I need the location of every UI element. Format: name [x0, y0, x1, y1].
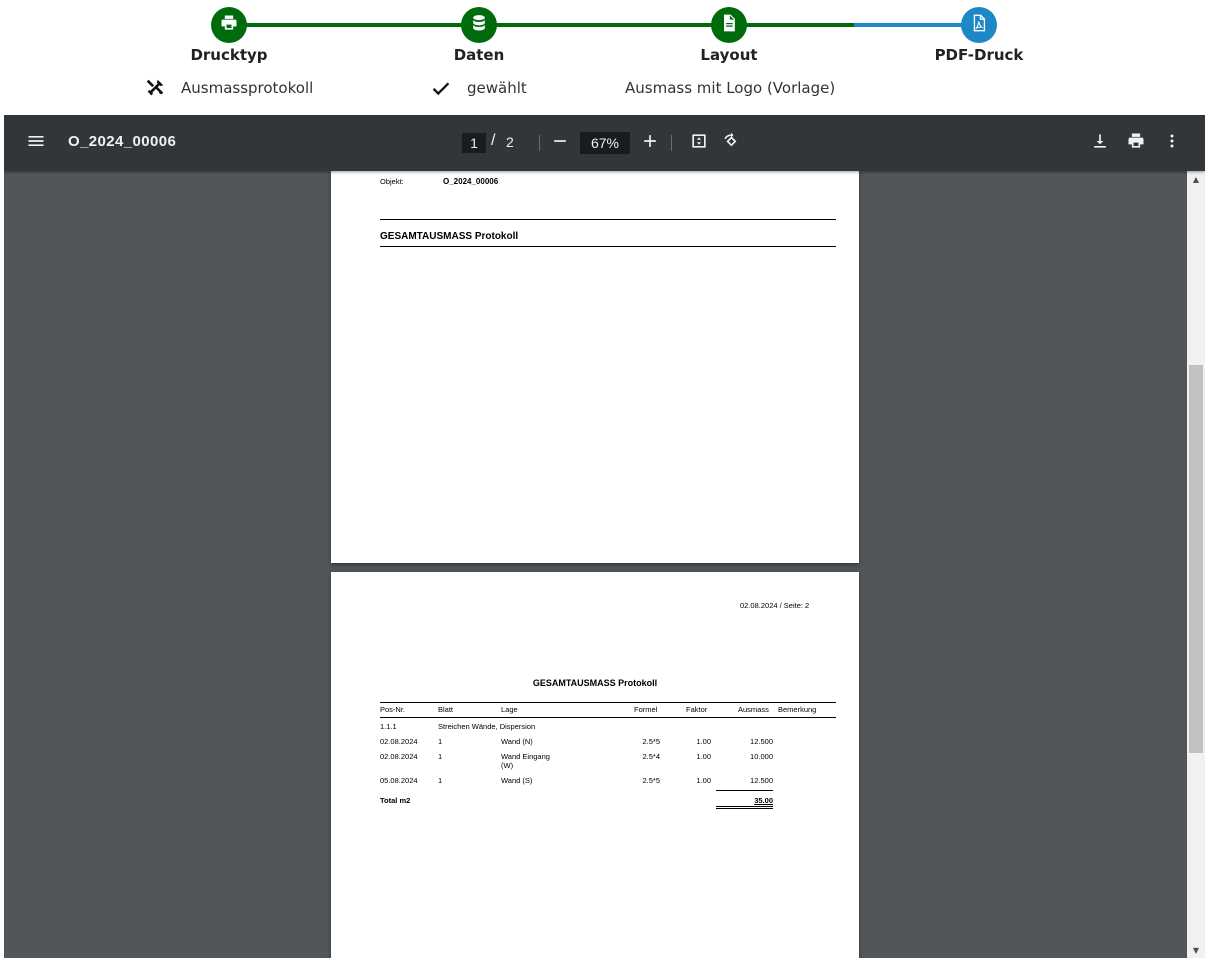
zoom-input[interactable]: [580, 132, 630, 154]
pdf-content[interactable]: Objekt: O_2024_00006 GESAMTAUSMASS Proto…: [4, 171, 1205, 958]
col-blatt: Blatt: [438, 705, 454, 714]
date-page-label: 02.08.2024 / Seite: 2: [740, 601, 810, 610]
cell-formel: 2.5*5: [642, 776, 660, 785]
toolbar-divider: [539, 135, 540, 151]
cell-blatt: 1: [438, 737, 443, 746]
cell-lage: Wand Eingang: [501, 752, 550, 761]
divider-line: [380, 219, 836, 220]
document-title: O_2024_00006: [68, 133, 177, 150]
rotate-button[interactable]: [717, 129, 745, 157]
print-button[interactable]: [1122, 129, 1150, 157]
cell-pos: 05.08.2024: [380, 776, 418, 785]
total-value: 35.00: [754, 796, 773, 805]
group-pos: 1.1.1: [380, 722, 397, 731]
col-ausmass: Ausmass: [738, 705, 769, 714]
database-icon: [469, 13, 489, 37]
pdf-toolbar: O_2024_00006 / 2: [4, 115, 1205, 171]
scroll-down-arrow[interactable]: ▼: [1187, 942, 1205, 958]
step-sub-label: gewählt: [467, 79, 527, 97]
scroll-thumb[interactable]: [1189, 365, 1203, 753]
step-drucktyp[interactable]: [211, 7, 247, 43]
total-double-line: [716, 808, 773, 809]
group-desc: Streichen Wände, Dispersion: [438, 722, 536, 731]
step-sub-label: Ausmass mit Logo (Vorlage): [625, 79, 836, 97]
more-options-button[interactable]: [1158, 129, 1186, 157]
zoom-out-button[interactable]: [546, 129, 574, 157]
check-icon: [429, 76, 453, 100]
print-icon: [1126, 131, 1146, 155]
pdf-icon: [969, 13, 989, 37]
col-pos: Pos-Nr.: [380, 705, 406, 714]
cell-lage: Wand (N): [501, 737, 533, 746]
table-top-line: [380, 702, 836, 703]
zoom-out-icon: [550, 131, 570, 155]
cell-faktor: 1.00: [696, 737, 711, 746]
cell-blatt: 1: [438, 776, 443, 785]
menu-icon: [26, 131, 46, 155]
more-vert-icon: [1162, 131, 1182, 155]
print-stepper: Drucktyp Ausmassprotokoll Daten gewählt …: [0, 0, 1209, 115]
table-header-line: [380, 717, 836, 718]
page1-heading: GESAMTAUSMASS Protokoll: [380, 231, 519, 242]
download-icon: [1090, 131, 1110, 155]
cell-faktor: 1.00: [696, 776, 711, 785]
step-connector-1: [229, 23, 479, 27]
page-number-input[interactable]: [462, 133, 486, 153]
cell-faktor: 1.00: [696, 752, 711, 761]
step-sub-layout: Ausmass mit Logo (Vorlage): [625, 78, 835, 98]
zoom-in-button[interactable]: [636, 129, 664, 157]
total-double-line: [716, 806, 773, 807]
zoom-in-icon: [640, 131, 660, 155]
step-title-layout: Layout: [700, 46, 758, 64]
cell-ausmass: 12.500: [750, 737, 773, 746]
cell-ausmass: 10.000: [750, 752, 773, 761]
cell-blatt: 1: [438, 752, 443, 761]
step-sub-label: Ausmassprotokoll: [181, 79, 314, 97]
step-title-pdf-druck: PDF-Druck: [934, 46, 1024, 64]
col-faktor: Faktor: [686, 705, 708, 714]
step-connector-3-done: [729, 23, 854, 27]
pdf-page-1: Objekt: O_2024_00006 GESAMTAUSMASS Proto…: [331, 171, 859, 563]
page-separator: /: [491, 132, 496, 149]
col-bemerkung: Bemerkung: [778, 705, 817, 714]
step-pdf-druck[interactable]: [961, 7, 997, 43]
pdf-page-2: 02.08.2024 / Seite: 2 GESAMTAUSMASS Prot…: [331, 572, 859, 958]
vertical-scrollbar[interactable]: ▲ ▼: [1187, 171, 1205, 958]
step-daten[interactable]: [461, 7, 497, 43]
page-total: 2: [506, 134, 514, 150]
step-title-drucktyp: Drucktyp: [190, 46, 268, 64]
printer-icon: [219, 13, 239, 37]
scroll-up-arrow[interactable]: ▲: [1187, 171, 1205, 187]
cell-formel: 2.5*4: [642, 752, 660, 761]
col-formel: Formel: [634, 705, 658, 714]
cell-formel: 2.5*5: [642, 737, 660, 746]
pdf-viewer: O_2024_00006 / 2 Objekt:: [4, 115, 1205, 958]
cell-ausmass: 12.500: [750, 776, 773, 785]
cell-lage-line2: (W): [501, 761, 514, 770]
rotate-icon: [721, 131, 741, 155]
page2-heading: GESAMTAUSMASS Protokoll: [532, 678, 658, 688]
col-lage: Lage: [501, 705, 518, 714]
cell-lage: Wand (S): [501, 776, 533, 785]
objekt-value: O_2024_00006: [443, 177, 499, 186]
menu-button[interactable]: [22, 129, 50, 157]
cell-pos: 02.08.2024: [380, 737, 418, 746]
step-title-daten: Daten: [453, 46, 505, 64]
step-connector-2: [479, 23, 729, 27]
total-label: Total m2: [380, 796, 411, 805]
divider-line: [380, 246, 836, 247]
objekt-label: Objekt:: [380, 177, 404, 186]
step-sub-daten: gewählt: [429, 78, 527, 98]
fit-page-icon: [689, 131, 709, 155]
step-layout[interactable]: [711, 7, 747, 43]
toolbar-divider: [671, 135, 672, 151]
tools-icon: [143, 76, 167, 100]
document-icon: [719, 13, 739, 37]
fit-page-button[interactable]: [685, 129, 713, 157]
sum-line: [716, 790, 773, 791]
step-sub-drucktyp: Ausmassprotokoll: [143, 78, 313, 98]
cell-pos: 02.08.2024: [380, 752, 418, 761]
download-button[interactable]: [1086, 129, 1114, 157]
